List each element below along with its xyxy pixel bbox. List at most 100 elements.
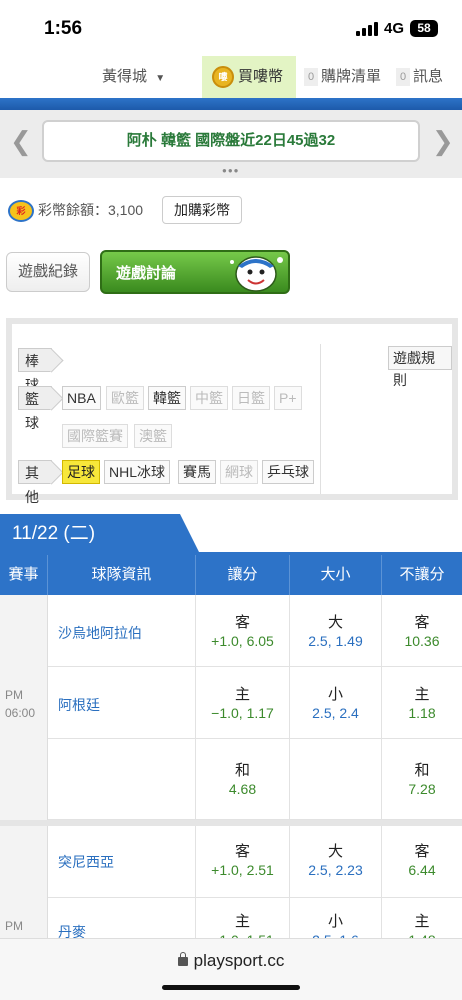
- browser-address-bar[interactable]: playsport.cc: [0, 938, 462, 1000]
- msg-count-badge: 0: [396, 68, 410, 87]
- chevron-down-icon: ▼: [155, 73, 166, 84]
- game-rules-button[interactable]: 遊戲規則: [388, 346, 452, 388]
- moneyline-bet-cell[interactable]: 客 10.36: [382, 595, 462, 667]
- ou-odds: 2.5, 2.4: [312, 705, 359, 721]
- chip-intl-basketball[interactable]: 國際籃賽: [62, 424, 128, 448]
- team-name[interactable]: 突尼西亞: [58, 852, 114, 872]
- spread-side: 客: [234, 843, 250, 860]
- announcement-box[interactable]: 阿朴 韓籃 國際盤近22日45過32: [42, 120, 420, 162]
- chip-tennis[interactable]: 網球: [220, 460, 258, 484]
- signal-icon: [356, 22, 378, 36]
- match-time-ampm: PM: [5, 688, 23, 702]
- ou-side: 小: [327, 686, 343, 703]
- messages-link[interactable]: 0 訊息: [396, 56, 462, 98]
- url-text: playsport.cc: [193, 951, 285, 970]
- ou-side: 小: [327, 913, 343, 930]
- cart-count-badge: 0: [304, 68, 318, 87]
- chip-korea-basketball[interactable]: 韓籃: [148, 386, 186, 410]
- cart-label: 購牌清單: [321, 68, 382, 85]
- draw-odds: 4.68: [228, 781, 257, 797]
- over-under-bet-cell[interactable]: 小 2.5, 2.4: [290, 667, 382, 739]
- status-time: 1:56: [44, 18, 83, 39]
- balance-label: 彩幣餘額：3,100: [38, 202, 144, 218]
- category-baseball[interactable]: 棒球: [18, 348, 52, 393]
- moneyline-bet-cell[interactable]: 客 6.44: [382, 826, 462, 898]
- spread-bet-cell[interactable]: 客 +1.0, 2.51: [196, 826, 290, 898]
- spread-side: 主: [234, 913, 250, 930]
- category-basketball[interactable]: 籃球: [18, 386, 52, 431]
- coin-icon: 嘍: [212, 66, 234, 89]
- chip-japan-basketball[interactable]: 日籃: [232, 386, 270, 410]
- date-header: 11/22 (二): [0, 514, 200, 554]
- match-time-ampm: PM: [5, 919, 23, 933]
- chip-euro-basketball[interactable]: 歐籃: [106, 386, 144, 410]
- col-event: 賽事: [0, 555, 48, 595]
- battery-icon: 58: [410, 20, 438, 37]
- col-team-info: 球隊資訊: [48, 555, 196, 595]
- carousel-dots: ●●●: [222, 166, 240, 175]
- draw-odds: 7.28: [408, 781, 436, 797]
- url-display[interactable]: playsport.cc: [0, 951, 462, 971]
- lock-icon: [177, 952, 188, 966]
- buy-coin-label: 買嘍幣: [238, 68, 284, 85]
- chip-nba[interactable]: NBA: [62, 386, 101, 410]
- league-filter-panel: 遊戲規則 棒球 籃球 其他 NBA 歐籃 韓籃 中籃 日籃 P+ 國際籃賽 澳籃…: [6, 318, 458, 505]
- tab-game-discussion-label: 遊戲討論: [116, 265, 177, 282]
- ou-odds: 2.5, 2.23: [308, 862, 363, 878]
- spread-bet-cell[interactable]: 主 −1.0, 1.17: [196, 667, 290, 739]
- col-spread: 讓分: [196, 555, 290, 595]
- team-name[interactable]: 阿根廷: [58, 695, 100, 715]
- category-other[interactable]: 其他: [18, 460, 52, 505]
- mascot-icon: [230, 256, 283, 292]
- team-cell: 突尼西亞: [48, 826, 196, 898]
- chip-table-tennis[interactable]: 乒乓球: [262, 460, 314, 484]
- top-nav: 黃得城 ▼ 嘍買嘍幣 0 購牌清單 0 訊息: [0, 56, 462, 98]
- tab-game-discussion[interactable]: 遊戲討論: [100, 250, 290, 294]
- moneyline-bet-cell[interactable]: 主 1.18: [382, 667, 462, 739]
- spread-bet-cell[interactable]: 客 +1.0, 6.05: [196, 595, 290, 667]
- user-menu[interactable]: 黃得城 ▼: [102, 56, 192, 98]
- network-label: 4G: [384, 20, 405, 37]
- ou-odds: 2.5, 1.49: [308, 633, 363, 649]
- ml-side: 主: [414, 686, 430, 703]
- match-time-cell: PM: [0, 826, 48, 938]
- spread-side: 客: [234, 614, 250, 631]
- chip-aus-basketball[interactable]: 澳籃: [134, 424, 172, 448]
- chip-p-plus[interactable]: P+: [274, 386, 302, 410]
- spread-odds: +1.0, 2.51: [211, 862, 274, 878]
- team-cell: [48, 739, 196, 820]
- over-under-empty-cell: [290, 739, 382, 820]
- odds-table-header: 賽事 球隊資訊 讓分 大小 不讓分: [0, 555, 462, 595]
- spread-side: 主: [234, 686, 250, 703]
- ml-side: 客: [414, 614, 430, 631]
- chip-china-basketball[interactable]: 中籃: [190, 386, 228, 410]
- cart-link[interactable]: 0 購牌清單: [304, 56, 390, 98]
- ml-odds: 6.44: [408, 862, 436, 878]
- chevron-right-icon[interactable]: ❯: [432, 126, 454, 157]
- user-name: 黃得城: [102, 68, 148, 85]
- over-under-bet-cell[interactable]: 大 2.5, 1.49: [290, 595, 382, 667]
- moneyline-draw-cell[interactable]: 和 7.28: [382, 739, 462, 820]
- chip-soccer[interactable]: 足球: [62, 460, 100, 484]
- match-time: 06:00: [5, 706, 36, 720]
- chip-nhl[interactable]: NHL冰球: [104, 460, 171, 484]
- buy-coin-button[interactable]: 嘍買嘍幣: [202, 56, 296, 98]
- lottery-coin-icon: 彩: [8, 200, 34, 223]
- chevron-left-icon[interactable]: ❮: [10, 126, 32, 157]
- ou-side: 大: [327, 843, 343, 860]
- spread-draw-cell[interactable]: 和 4.68: [196, 739, 290, 820]
- over-under-bet-cell[interactable]: 大 2.5, 2.23: [290, 826, 382, 898]
- announcement-carousel: ❮ 阿朴 韓籃 國際盤近22日45過32 ❯ ●●●: [0, 110, 462, 178]
- chip-horse-racing[interactable]: 賽馬: [178, 460, 216, 484]
- messages-label: 訊息: [413, 68, 444, 85]
- balance-display: 彩彩幣餘額：3,100: [8, 196, 143, 224]
- match-time-cell: PM 06:00: [0, 595, 48, 820]
- col-over-under: 大小: [290, 555, 382, 595]
- team-name[interactable]: 沙烏地阿拉伯: [58, 623, 142, 643]
- buy-lottery-coin-button[interactable]: 加購彩幣: [162, 196, 242, 224]
- header-divider: [0, 98, 462, 110]
- home-indicator[interactable]: [162, 985, 300, 990]
- draw-side: 和: [234, 762, 250, 779]
- draw-side: 和: [414, 762, 430, 779]
- tab-game-record[interactable]: 遊戲紀錄: [6, 252, 90, 292]
